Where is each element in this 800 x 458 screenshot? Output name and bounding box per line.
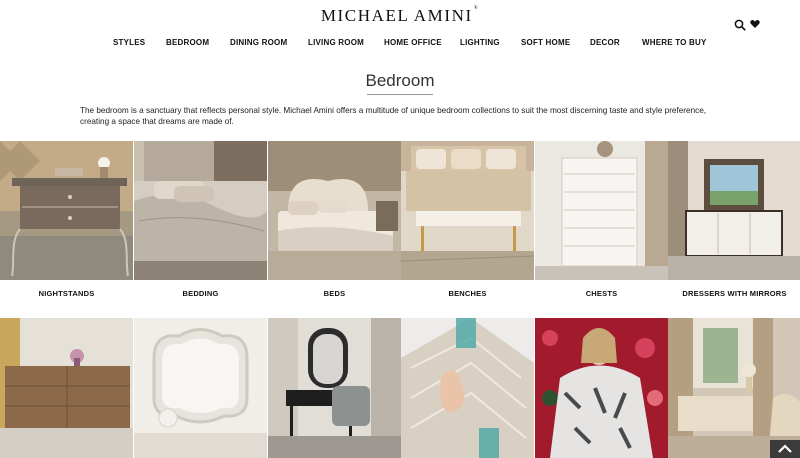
registered-mark: ®: [473, 6, 480, 11]
throw-blanket-photo: [535, 318, 668, 458]
category-label-bedding[interactable]: BEDDING: [134, 289, 267, 298]
title-underline: [367, 94, 433, 95]
main-nav: STYLES BEDROOM DINING ROOM LIVING ROOM H…: [0, 38, 800, 50]
nav-item-soft-home[interactable]: SOFT HOME: [521, 38, 570, 47]
category-tile-row2-6[interactable]: [668, 318, 800, 458]
nav-item-bedroom[interactable]: BEDROOM: [166, 38, 209, 47]
heart-icon[interactable]: [750, 19, 760, 29]
site-header: MICHAEL AMINI®: [0, 0, 800, 60]
nav-item-home-office[interactable]: HOME OFFICE: [384, 38, 442, 47]
category-label-chests[interactable]: CHESTS: [535, 289, 668, 298]
category-tile-bedding[interactable]: [134, 141, 267, 280]
category-tile-row2-3[interactable]: [268, 318, 401, 458]
category-tile-dressers[interactable]: [668, 141, 800, 280]
vanity-photo: [268, 318, 401, 458]
dresser-photo: [0, 318, 133, 458]
mirror-photo: [134, 318, 267, 458]
nav-item-where-to-buy[interactable]: WHERE TO BUY: [642, 38, 706, 47]
category-tile-row2-4[interactable]: [401, 318, 534, 458]
category-tile-benches[interactable]: [401, 141, 534, 280]
bench-photo: [401, 141, 534, 280]
nav-item-decor[interactable]: DECOR: [590, 38, 620, 47]
category-label-beds[interactable]: BEDS: [268, 289, 401, 298]
category-tile-row2-5[interactable]: [535, 318, 668, 458]
nightstand-photo: [0, 141, 133, 280]
search-icon[interactable]: [734, 19, 746, 31]
brand-logo[interactable]: MICHAEL AMINI®: [0, 6, 800, 26]
bedroom-suite-photo: [668, 318, 800, 458]
category-label-benches[interactable]: BENCHES: [401, 289, 534, 298]
bedding-photo: [134, 141, 267, 280]
scroll-to-top-button[interactable]: [770, 440, 800, 458]
chevron-up-icon: [778, 444, 792, 453]
dresser-mirror-photo: [668, 141, 800, 280]
category-tile-chests[interactable]: [535, 141, 668, 280]
category-tile-row2-2[interactable]: [134, 318, 267, 458]
category-label-nightstands[interactable]: NIGHTSTANDS: [0, 289, 133, 298]
intro-text: The bedroom is a sanctuary that reflects…: [80, 106, 707, 126]
nav-item-living-room[interactable]: LIVING ROOM: [308, 38, 364, 47]
chest-photo: [535, 141, 668, 280]
nav-item-dining-room[interactable]: DINING ROOM: [230, 38, 287, 47]
category-label-dressers-with-mirrors[interactable]: DRESSERS WITH MIRRORS: [668, 289, 800, 298]
category-tile-row2-1[interactable]: [0, 318, 133, 458]
category-tile-beds[interactable]: [268, 141, 401, 280]
bed-photo: [268, 141, 401, 280]
nav-item-lighting[interactable]: LIGHTING: [460, 38, 500, 47]
logo-text: MICHAEL AMINI: [320, 6, 473, 25]
category-tile-nightstands[interactable]: [0, 141, 133, 280]
page-title: Bedroom: [365, 71, 435, 90]
nav-item-styles[interactable]: STYLES: [113, 38, 145, 47]
pillow-photo: [401, 318, 534, 458]
